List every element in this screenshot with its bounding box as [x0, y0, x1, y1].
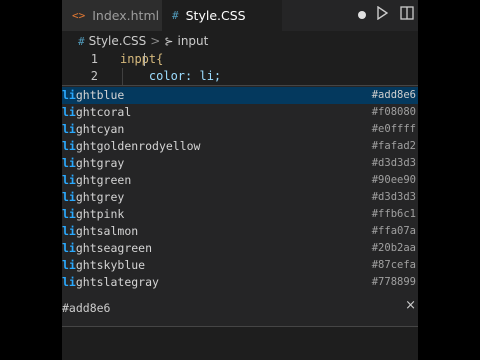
- suggestion-value: #778899: [371, 276, 416, 288]
- suggestion-label: lightslategray: [62, 275, 159, 289]
- suggestion-value: #87cefa: [371, 259, 416, 271]
- suggestion-item[interactable]: lightcyan #e0ffff: [62, 121, 418, 138]
- css-file-icon: #: [78, 34, 85, 48]
- suggestion-details: #add8e6 ×: [62, 293, 418, 327]
- css-file-icon: #: [172, 9, 179, 22]
- tab-label: Index.html: [92, 8, 160, 23]
- symbol-icon: ⊱: [164, 34, 174, 48]
- suggestion-value: #d3d3d3: [371, 191, 416, 203]
- suggestion-value: #20b2aa: [371, 242, 416, 254]
- match-highlight: li: [62, 207, 76, 221]
- match-highlight: li: [62, 275, 76, 289]
- suggestion-value: #90ee90: [371, 174, 416, 186]
- suggestion-label: lightpink: [62, 207, 125, 221]
- suggestion-item[interactable]: lightsalmon #ffa07a: [62, 223, 418, 240]
- suggestion-label: lightsalmon: [62, 224, 139, 238]
- tab-label: Style.CSS: [185, 8, 246, 23]
- match-highlight: li: [62, 241, 76, 255]
- suggestion-label: lightcyan: [62, 122, 125, 136]
- suggestion-label: lightgreen: [62, 173, 132, 187]
- match-highlight: li: [62, 173, 76, 187]
- suggestion-label: lightcoral: [62, 105, 132, 119]
- tab-index-html[interactable]: <> Index.html: [62, 0, 162, 31]
- match-highlight: li: [62, 105, 76, 119]
- line-number: 2: [90, 69, 98, 83]
- match-highlight: li: [62, 88, 76, 102]
- suggestion-item[interactable]: lightpink #ffb6c1: [62, 206, 418, 223]
- suggestion-item[interactable]: lightgrey #d3d3d3: [62, 189, 418, 206]
- tab-style-css[interactable]: # Style.CSS: [162, 0, 366, 31]
- breadcrumb: # Style.CSS > ⊱ input: [62, 31, 418, 51]
- suggestion-label: lightgoldenrodyellow: [62, 139, 201, 153]
- suggestion-label: lightgrey: [62, 190, 125, 204]
- suggestion-label: lightskyblue: [62, 258, 146, 272]
- split-editor-icon[interactable]: [400, 6, 414, 24]
- code-line[interactable]: 2 color: li;: [62, 68, 418, 85]
- match-highlight: li: [62, 190, 76, 204]
- suggestion-value: #f08080: [371, 106, 416, 118]
- suggestion-item[interactable]: lightblue #add8e6: [62, 87, 418, 104]
- html-file-icon: <>: [72, 9, 86, 22]
- match-highlight: li: [62, 122, 76, 136]
- code-text: inppt{: [120, 52, 164, 66]
- suggestion-value: #ffb6c1: [371, 208, 416, 220]
- match-highlight: li: [62, 224, 76, 238]
- breadcrumb-symbol[interactable]: input: [177, 34, 208, 48]
- code-text: color: li;: [120, 69, 222, 83]
- tab-bar: <> Index.html # Style.CSS: [62, 0, 418, 31]
- line-number: 1: [90, 52, 98, 66]
- suggestion-value: #e0ffff: [371, 123, 416, 135]
- run-icon[interactable]: [376, 5, 389, 24]
- suggestion-item[interactable]: lightgreen #90ee90: [62, 172, 418, 189]
- match-highlight: li: [62, 258, 76, 272]
- suggestion-value: #d3d3d3: [371, 157, 416, 169]
- unsaved-dot-icon[interactable]: [358, 11, 366, 19]
- suggestion-label: lightblue: [62, 88, 125, 102]
- code-line[interactable]: 1 inppt{: [62, 51, 418, 68]
- suggestion-item[interactable]: lightcoral #f08080: [62, 104, 418, 121]
- match-highlight: li: [62, 156, 76, 170]
- suggestion-item[interactable]: lightgray #d3d3d3: [62, 155, 418, 172]
- vscode-window: <> Index.html # Style.CSS # Style.CSS > …: [62, 0, 418, 360]
- suggestion-item[interactable]: lightskyblue #87cefa: [62, 257, 418, 274]
- suggestion-value: #ffa07a: [371, 225, 416, 237]
- suggestion-item[interactable]: lightseagreen #20b2aa: [62, 240, 418, 257]
- suggestion-list: lightblue #add8e6 lightcoral #f08080 lightcy…: [62, 85, 418, 294]
- suggestion-label: lightseagreen: [62, 241, 153, 255]
- suggestion-item[interactable]: lightslategray #778899: [62, 274, 418, 291]
- match-highlight: li: [62, 139, 76, 153]
- suggestion-value: #fafad2: [371, 140, 416, 152]
- suggestion-item[interactable]: lightgoldenrodyellow #fafad2: [62, 138, 418, 155]
- suggestion-value: #add8e6: [371, 89, 416, 101]
- breadcrumb-file[interactable]: Style.CSS: [89, 34, 147, 48]
- suggestion-label: lightgray: [62, 156, 125, 170]
- close-icon[interactable]: ×: [405, 298, 416, 313]
- text-cursor: [144, 53, 145, 66]
- chevron-right-icon: >: [150, 34, 161, 48]
- details-value: #add8e6: [62, 301, 111, 315]
